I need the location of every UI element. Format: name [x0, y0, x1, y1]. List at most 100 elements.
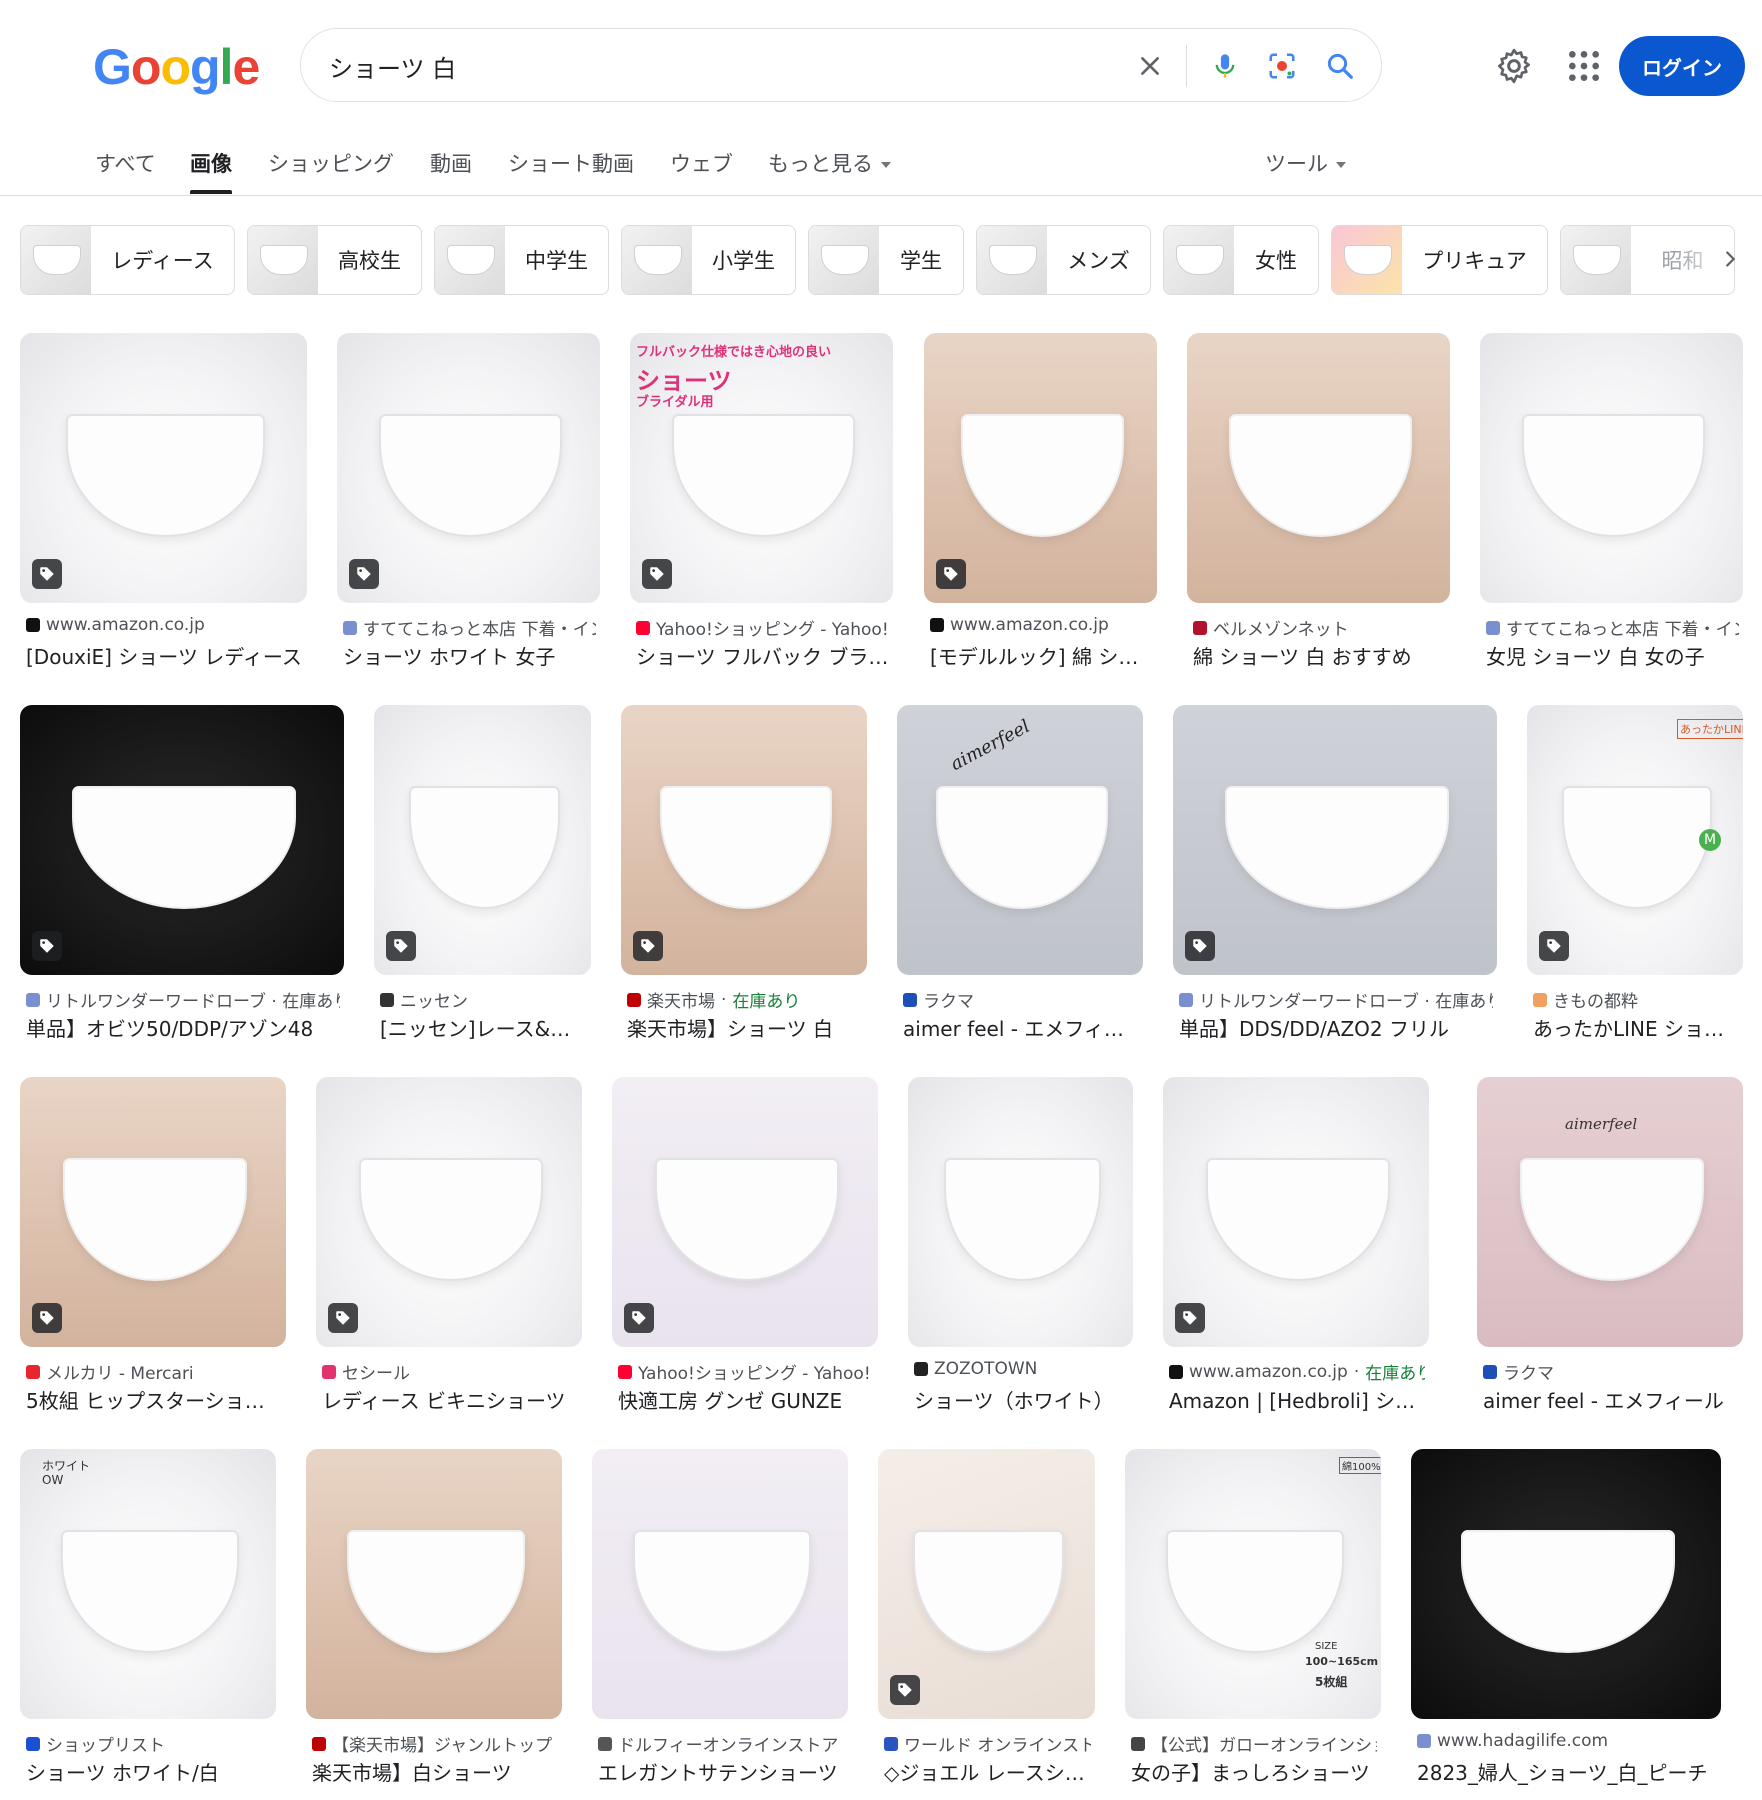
result-title[interactable]: あったかLINE ショーツ: [1533, 1013, 1739, 1042]
result-title[interactable]: aimer feel - エメフィール: [1483, 1385, 1739, 1414]
result-source[interactable]: ワールド オンラインストア: [884, 1731, 1091, 1756]
result-thumbnail[interactable]: aimerfeel: [897, 705, 1143, 975]
image-result[interactable]: すててこねっと本店 下着・インナーショーツ ホワイト 女子: [337, 333, 600, 683]
result-thumbnail[interactable]: 綿100% SIZE 100~165cm 5枚組: [1125, 1449, 1381, 1719]
result-thumbnail[interactable]: [878, 1449, 1095, 1719]
tab-all[interactable]: すべて: [95, 148, 156, 194]
result-title[interactable]: 快適工房 グンゼ GUNZE: [618, 1385, 874, 1414]
image-result[interactable]: www.amazon.co.jp [モデルルック] 綿 ショーツ: [924, 333, 1157, 683]
chip-student[interactable]: 学生: [808, 225, 964, 295]
tools-button[interactable]: ツール: [1265, 148, 1346, 194]
result-thumbnail[interactable]: [306, 1449, 562, 1719]
result-source[interactable]: きもの都粋: [1533, 987, 1739, 1012]
result-title[interactable]: 楽天市場】ショーツ 白: [627, 1013, 863, 1042]
tab-short-videos[interactable]: ショート動画: [508, 148, 634, 194]
result-thumbnail[interactable]: ホワイト OW: [20, 1449, 276, 1719]
result-thumbnail[interactable]: [592, 1449, 848, 1719]
result-thumbnail[interactable]: フルバック仕様ではき心地の良い ショーツ ブライダル用: [630, 333, 893, 603]
result-title[interactable]: ショーツ ホワイト 女子: [343, 641, 596, 670]
chip-junior-high[interactable]: 中学生: [434, 225, 609, 295]
result-title[interactable]: レディース ビキニショーツ: [322, 1385, 578, 1414]
result-thumbnail[interactable]: [20, 705, 344, 975]
chip-mens[interactable]: メンズ: [976, 225, 1151, 295]
result-source[interactable]: ニッセン: [380, 987, 587, 1012]
result-source[interactable]: www.hadagilife.com: [1417, 1731, 1717, 1751]
chip-elementary[interactable]: 小学生: [621, 225, 796, 295]
result-source[interactable]: ドルフィーオンラインストア: [598, 1731, 844, 1756]
clear-icon[interactable]: [1131, 47, 1169, 85]
image-result[interactable]: 【楽天市場】ジャンルトップ 楽天市場】白ショーツ: [306, 1449, 562, 1799]
result-source[interactable]: 楽天市場 · 在庫あり: [627, 987, 863, 1012]
result-source[interactable]: すててこねっと本店 下着・インナー: [1486, 615, 1739, 640]
result-source[interactable]: www.amazon.co.jp: [930, 615, 1153, 635]
search-box[interactable]: ショーツ 白: [300, 28, 1382, 102]
result-title[interactable]: aimer feel - エメフィール: [903, 1013, 1139, 1042]
result-thumbnail[interactable]: [337, 333, 600, 603]
result-thumbnail[interactable]: あったかLINE M: [1527, 705, 1743, 975]
image-result[interactable]: 綿100% SIZE 100~165cm 5枚組【公式】ガローオンラインショップ女の子…: [1125, 1449, 1381, 1799]
image-result[interactable]: リトルワンダーワードローブ · 在庫あり 単品】オビツ50/DDP/アゾン48: [20, 705, 344, 1055]
result-source[interactable]: Yahoo!ショッピング - Yahoo! JAPAN: [618, 1359, 874, 1384]
image-result[interactable]: リトルワンダーワードローブ · 在庫あり 単品】DDS/DD/AZO2 フリル: [1173, 705, 1497, 1055]
result-thumbnail[interactable]: [316, 1077, 582, 1347]
result-title[interactable]: 2823_婦人_ショーツ_白_ピーチ: [1417, 1757, 1717, 1786]
tab-shopping[interactable]: ショッピング: [268, 148, 394, 194]
result-title[interactable]: [DouxiE] ショーツ レディース: [26, 641, 303, 670]
result-source[interactable]: すててこねっと本店 下着・インナー: [343, 615, 596, 640]
image-result[interactable]: ベルメゾンネット綿 ショーツ 白 おすすめ: [1187, 333, 1450, 683]
result-thumbnail[interactable]: [20, 1077, 286, 1347]
result-source[interactable]: Yahoo!ショッピング - Yahoo! JAPAN: [636, 615, 889, 640]
result-source[interactable]: ベルメゾンネット: [1193, 615, 1446, 640]
image-result[interactable]: あったかLINE M きもの都粋 あったかLINE ショーツ: [1527, 705, 1743, 1055]
result-thumbnail[interactable]: aimerfeel: [1477, 1077, 1743, 1347]
image-result[interactable]: ワールド オンラインストア◇ジョエル レースショーツ: [878, 1449, 1095, 1799]
result-title[interactable]: ショーツ フルバック ブライダル用: [636, 641, 889, 670]
result-thumbnail[interactable]: [1163, 1077, 1429, 1347]
result-thumbnail[interactable]: [374, 705, 591, 975]
result-thumbnail[interactable]: [1480, 333, 1743, 603]
result-title[interactable]: 5枚組 ヒップスターショーツ: [26, 1385, 282, 1414]
image-result[interactable]: フルバック仕様ではき心地の良い ショーツ ブライダル用 Yahoo!ショッピング - …: [630, 333, 893, 683]
image-result[interactable]: メルカリ - Mercari 5枚組 ヒップスターショーツ: [20, 1077, 286, 1427]
image-result[interactable]: すててこねっと本店 下着・インナー女児 ショーツ 白 女の子: [1480, 333, 1743, 683]
image-result[interactable]: セシール レディース ビキニショーツ: [316, 1077, 582, 1427]
result-thumbnail[interactable]: [924, 333, 1157, 603]
result-title[interactable]: 綿 ショーツ 白 おすすめ: [1193, 641, 1446, 670]
result-source[interactable]: リトルワンダーワードローブ · 在庫あり: [26, 987, 340, 1012]
result-source[interactable]: www.amazon.co.jp: [26, 615, 303, 635]
result-source[interactable]: ラクマ: [903, 987, 1139, 1012]
result-title[interactable]: 女の子】まっしろショーツ: [1131, 1757, 1377, 1786]
image-result[interactable]: ZOZOTOWN ショーツ（ホワイト）: [908, 1077, 1133, 1427]
tab-images[interactable]: 画像: [190, 148, 232, 194]
result-thumbnail[interactable]: [1411, 1449, 1721, 1719]
image-result[interactable]: ホワイト OW ショップリスト ショーツ ホワイト/白: [20, 1449, 276, 1799]
result-source[interactable]: 【公式】ガローオンラインショップ: [1131, 1731, 1377, 1756]
image-result[interactable]: www.hadagilife.com 2823_婦人_ショーツ_白_ピーチ: [1411, 1449, 1721, 1799]
camera-lens-icon[interactable]: [1263, 47, 1301, 85]
chip-high-school[interactable]: 高校生: [247, 225, 422, 295]
result-title[interactable]: Amazon | [Hedbroli] ショーツ: [1169, 1385, 1425, 1414]
chip-showa[interactable]: 昭和: [1560, 225, 1735, 295]
chip-ladies[interactable]: レディース: [20, 225, 235, 295]
image-result[interactable]: Yahoo!ショッピング - Yahoo! JAPAN快適工房 グンゼ GUNZ…: [612, 1077, 878, 1427]
microphone-icon[interactable]: [1206, 47, 1244, 85]
search-icon[interactable]: [1321, 47, 1359, 85]
chip-precure[interactable]: プリキュア: [1331, 225, 1548, 295]
image-result[interactable]: www.amazon.co.jp [DouxiE] ショーツ レディース: [20, 333, 307, 683]
result-source[interactable]: ショップリスト: [26, 1731, 272, 1756]
tab-web[interactable]: ウェブ: [670, 148, 733, 194]
result-title[interactable]: 楽天市場】白ショーツ: [312, 1757, 558, 1786]
image-result[interactable]: 楽天市場 · 在庫あり 楽天市場】ショーツ 白: [621, 705, 867, 1055]
result-source[interactable]: セシール: [322, 1359, 578, 1384]
result-title[interactable]: [ニッセン]レース&リボン: [380, 1013, 587, 1042]
result-source[interactable]: メルカリ - Mercari: [26, 1359, 282, 1384]
search-input[interactable]: ショーツ 白: [329, 49, 456, 84]
result-source[interactable]: リトルワンダーワードローブ · 在庫あり: [1179, 987, 1493, 1012]
result-thumbnail[interactable]: [612, 1077, 878, 1347]
result-source[interactable]: ZOZOTOWN: [914, 1359, 1129, 1379]
result-thumbnail[interactable]: [1173, 705, 1497, 975]
google-logo[interactable]: Google: [93, 38, 260, 96]
result-title[interactable]: [モデルルック] 綿 ショーツ: [930, 641, 1153, 670]
result-source[interactable]: 【楽天市場】ジャンルトップ: [312, 1731, 558, 1756]
image-result[interactable]: www.amazon.co.jp·在庫ありAmazon | [Hedbroli]…: [1163, 1077, 1429, 1427]
